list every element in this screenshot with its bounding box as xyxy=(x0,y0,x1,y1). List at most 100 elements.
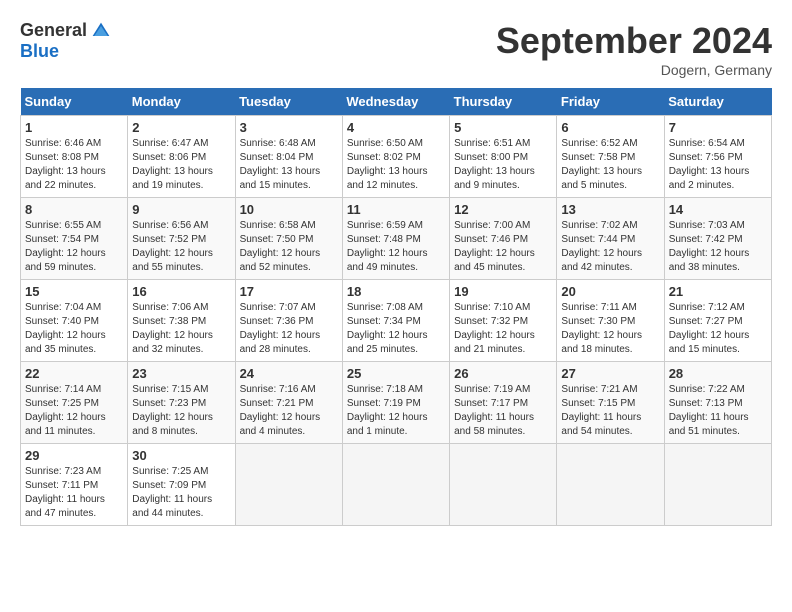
day-info: Sunrise: 7:03 AM Sunset: 7:42 PM Dayligh… xyxy=(669,219,767,275)
calendar-week-4: 22Sunrise: 7:14 AM Sunset: 7:25 PM Dayli… xyxy=(21,362,772,444)
day-number: 7 xyxy=(669,120,767,135)
calendar-cell: 19Sunrise: 7:10 AM Sunset: 7:32 PM Dayli… xyxy=(450,280,557,362)
day-number: 14 xyxy=(669,202,767,217)
calendar-week-3: 15Sunrise: 7:04 AM Sunset: 7:40 PM Dayli… xyxy=(21,280,772,362)
calendar-cell: 26 Sunrise: 7:19 AM Sunset: 7:17 PM Dayli… xyxy=(450,362,557,444)
calendar-cell: 3Sunrise: 6:48 AM Sunset: 8:04 PM Daylig… xyxy=(235,116,342,198)
day-number: 28 xyxy=(669,366,767,381)
day-info: Sunrise: 6:55 AM Sunset: 7:54 PM Dayligh… xyxy=(25,219,123,275)
day-number: 10 xyxy=(240,202,338,217)
calendar-cell: 13Sunrise: 7:02 AM Sunset: 7:44 PM Dayli… xyxy=(557,198,664,280)
calendar-cell xyxy=(235,444,342,526)
day-number: 20 xyxy=(561,284,659,299)
col-thursday: Thursday xyxy=(450,88,557,116)
calendar-cell: 14 Sunrise: 7:03 AM Sunset: 7:42 PM Dayli… xyxy=(664,198,771,280)
day-number: 29 xyxy=(25,448,123,463)
calendar-week-1: 1 Sunrise: 6:46 AM Sunset: 8:08 PM Daylig… xyxy=(21,116,772,198)
day-info: Sunrise: 7:07 AM Sunset: 7:36 PM Dayligh… xyxy=(240,301,338,357)
calendar-cell: 18 Sunrise: 7:08 AM Sunset: 7:34 PM Dayli… xyxy=(342,280,449,362)
day-info: Sunrise: 6:59 AM Sunset: 7:48 PM Dayligh… xyxy=(347,219,445,275)
day-info: Sunrise: 7:08 AM Sunset: 7:34 PM Dayligh… xyxy=(347,301,445,357)
day-number: 11 xyxy=(347,202,445,217)
day-number: 30 xyxy=(132,448,230,463)
calendar-cell: 1 Sunrise: 6:46 AM Sunset: 8:08 PM Daylig… xyxy=(21,116,128,198)
calendar-cell: 16 Sunrise: 7:06 AM Sunset: 7:38 PM Dayli… xyxy=(128,280,235,362)
calendar-cell: 7 Sunrise: 6:54 AM Sunset: 7:56 PM Daylig… xyxy=(664,116,771,198)
day-number: 18 xyxy=(347,284,445,299)
calendar-cell xyxy=(450,444,557,526)
logo-general-text: General xyxy=(20,20,87,41)
col-friday: Friday xyxy=(557,88,664,116)
day-number: 5 xyxy=(454,120,552,135)
page-header: General Blue September 2024 Dogern, Germ… xyxy=(20,20,772,78)
calendar-cell: 6Sunrise: 6:52 AM Sunset: 7:58 PM Daylig… xyxy=(557,116,664,198)
location: Dogern, Germany xyxy=(496,62,772,78)
calendar-cell: 4 Sunrise: 6:50 AM Sunset: 8:02 PM Daylig… xyxy=(342,116,449,198)
day-info: Sunrise: 6:56 AM Sunset: 7:52 PM Dayligh… xyxy=(132,219,230,275)
calendar-cell: 24Sunrise: 7:16 AM Sunset: 7:21 PM Dayli… xyxy=(235,362,342,444)
day-info: Sunrise: 6:54 AM Sunset: 7:56 PM Dayligh… xyxy=(669,137,767,193)
day-info: Sunrise: 7:11 AM Sunset: 7:30 PM Dayligh… xyxy=(561,301,659,357)
col-sunday: Sunday xyxy=(21,88,128,116)
day-info: Sunrise: 6:50 AM Sunset: 8:02 PM Dayligh… xyxy=(347,137,445,193)
header-row: Sunday Monday Tuesday Wednesday Thursday… xyxy=(21,88,772,116)
day-number: 13 xyxy=(561,202,659,217)
calendar-week-2: 8Sunrise: 6:55 AM Sunset: 7:54 PM Daylig… xyxy=(21,198,772,280)
calendar-cell: 8Sunrise: 6:55 AM Sunset: 7:54 PM Daylig… xyxy=(21,198,128,280)
calendar-cell: 23 Sunrise: 7:15 AM Sunset: 7:23 PM Dayli… xyxy=(128,362,235,444)
day-number: 16 xyxy=(132,284,230,299)
day-info: Sunrise: 6:51 AM Sunset: 8:00 PM Dayligh… xyxy=(454,137,552,193)
calendar-cell: 10 Sunrise: 6:58 AM Sunset: 7:50 PM Dayli… xyxy=(235,198,342,280)
day-number: 15 xyxy=(25,284,123,299)
day-number: 24 xyxy=(240,366,338,381)
day-number: 12 xyxy=(454,202,552,217)
calendar-week-5: 29 Sunrise: 7:23 AM Sunset: 7:11 PM Dayli… xyxy=(21,444,772,526)
calendar-cell: 15Sunrise: 7:04 AM Sunset: 7:40 PM Dayli… xyxy=(21,280,128,362)
day-info: Sunrise: 7:12 AM Sunset: 7:27 PM Dayligh… xyxy=(669,301,767,357)
calendar-cell: 21 Sunrise: 7:12 AM Sunset: 7:27 PM Dayli… xyxy=(664,280,771,362)
day-info: Sunrise: 7:21 AM Sunset: 7:15 PM Dayligh… xyxy=(561,383,659,439)
calendar-cell: 5 Sunrise: 6:51 AM Sunset: 8:00 PM Daylig… xyxy=(450,116,557,198)
logo-icon xyxy=(91,21,111,41)
day-info: Sunrise: 6:48 AM Sunset: 8:04 PM Dayligh… xyxy=(240,137,338,193)
col-wednesday: Wednesday xyxy=(342,88,449,116)
logo-blue-text: Blue xyxy=(20,41,59,62)
day-info: Sunrise: 7:18 AM Sunset: 7:19 PM Dayligh… xyxy=(347,383,445,439)
month-title: September 2024 xyxy=(496,20,772,62)
calendar-cell: 2Sunrise: 6:47 AM Sunset: 8:06 PM Daylig… xyxy=(128,116,235,198)
day-info: Sunrise: 6:58 AM Sunset: 7:50 PM Dayligh… xyxy=(240,219,338,275)
logo: General Blue xyxy=(20,20,111,62)
day-info: Sunrise: 7:23 AM Sunset: 7:11 PM Dayligh… xyxy=(25,465,123,521)
calendar-cell: 20 Sunrise: 7:11 AM Sunset: 7:30 PM Dayli… xyxy=(557,280,664,362)
day-info: Sunrise: 7:15 AM Sunset: 7:23 PM Dayligh… xyxy=(132,383,230,439)
calendar-cell: 12 Sunrise: 7:00 AM Sunset: 7:46 PM Dayli… xyxy=(450,198,557,280)
day-info: Sunrise: 7:19 AM Sunset: 7:17 PM Dayligh… xyxy=(454,383,552,439)
day-number: 23 xyxy=(132,366,230,381)
calendar-table: Sunday Monday Tuesday Wednesday Thursday… xyxy=(20,88,772,526)
day-info: Sunrise: 6:46 AM Sunset: 8:08 PM Dayligh… xyxy=(25,137,123,193)
day-number: 1 xyxy=(25,120,123,135)
day-number: 19 xyxy=(454,284,552,299)
calendar-cell: 27 Sunrise: 7:21 AM Sunset: 7:15 PM Dayli… xyxy=(557,362,664,444)
day-info: Sunrise: 7:06 AM Sunset: 7:38 PM Dayligh… xyxy=(132,301,230,357)
calendar-cell: 9 Sunrise: 6:56 AM Sunset: 7:52 PM Daylig… xyxy=(128,198,235,280)
day-number: 9 xyxy=(132,202,230,217)
day-number: 27 xyxy=(561,366,659,381)
day-number: 17 xyxy=(240,284,338,299)
col-saturday: Saturday xyxy=(664,88,771,116)
calendar-cell: 25 Sunrise: 7:18 AM Sunset: 7:19 PM Dayli… xyxy=(342,362,449,444)
col-tuesday: Tuesday xyxy=(235,88,342,116)
calendar-cell: 29 Sunrise: 7:23 AM Sunset: 7:11 PM Dayli… xyxy=(21,444,128,526)
calendar-cell xyxy=(557,444,664,526)
col-monday: Monday xyxy=(128,88,235,116)
day-number: 2 xyxy=(132,120,230,135)
day-number: 4 xyxy=(347,120,445,135)
day-info: Sunrise: 7:25 AM Sunset: 7:09 PM Dayligh… xyxy=(132,465,230,521)
day-info: Sunrise: 7:00 AM Sunset: 7:46 PM Dayligh… xyxy=(454,219,552,275)
day-info: Sunrise: 7:14 AM Sunset: 7:25 PM Dayligh… xyxy=(25,383,123,439)
day-number: 25 xyxy=(347,366,445,381)
day-number: 21 xyxy=(669,284,767,299)
calendar-cell xyxy=(664,444,771,526)
calendar-cell: 11 Sunrise: 6:59 AM Sunset: 7:48 PM Dayli… xyxy=(342,198,449,280)
day-number: 26 xyxy=(454,366,552,381)
